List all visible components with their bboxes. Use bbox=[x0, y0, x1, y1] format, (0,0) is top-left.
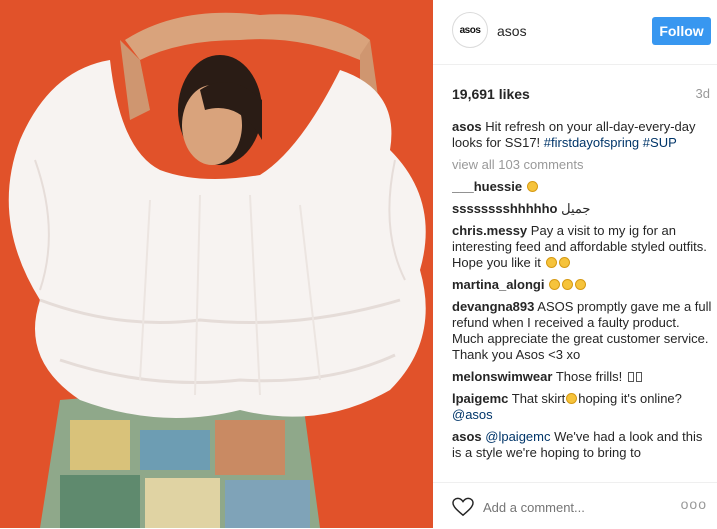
comment-text: جميل bbox=[561, 201, 591, 216]
caption-username[interactable]: asos bbox=[452, 119, 482, 134]
hashtag-link[interactable]: #SUP bbox=[643, 135, 677, 150]
comment-item: asos @lpaigemc We've had a look and this… bbox=[452, 429, 712, 461]
comment-username[interactable]: asos bbox=[452, 429, 482, 444]
smiley-emoji-icon bbox=[558, 257, 570, 268]
comment-username[interactable]: martina_alongi bbox=[452, 277, 544, 292]
follow-button[interactable]: Follow bbox=[652, 17, 711, 45]
post-header: asos asos Follow bbox=[433, 0, 717, 65]
avatar[interactable]: asos bbox=[452, 12, 488, 48]
add-comment-input[interactable] bbox=[483, 496, 653, 518]
comment-username[interactable]: lpaigemc bbox=[452, 391, 508, 406]
comment-text: Those frills! bbox=[555, 369, 623, 384]
comment-username[interactable]: melonswimwear bbox=[452, 369, 552, 384]
comment-item: lpaigemc That skirt hoping it's online? @… bbox=[452, 391, 712, 423]
heart-eyes-emoji-icon bbox=[566, 393, 578, 404]
heart-eyes-emoji-icon bbox=[549, 279, 561, 290]
comment-username[interactable]: devangna893 bbox=[452, 299, 534, 314]
comment-item: melonswimwear Those frills! bbox=[452, 369, 712, 385]
comment-item: martina_alongi bbox=[452, 277, 712, 293]
heart-icon[interactable] bbox=[452, 497, 474, 517]
post-photo[interactable] bbox=[0, 0, 433, 528]
comment-list[interactable]: asos Hit refresh on your all-day-every-d… bbox=[452, 119, 712, 476]
post-sidebar: asos asos Follow 19,691 likes 3d asos Hi… bbox=[433, 0, 717, 528]
more-options-icon[interactable]: ooo bbox=[681, 496, 707, 512]
unrendered-glyph-icon bbox=[627, 372, 634, 382]
smiley-emoji-icon bbox=[545, 257, 557, 268]
smiley-emoji-icon bbox=[526, 181, 538, 192]
mention-link[interactable]: @asos bbox=[452, 407, 493, 422]
heart-eyes-emoji-icon bbox=[575, 279, 587, 290]
comment-item: devangna893 ASOS promptly gave me a full… bbox=[452, 299, 712, 363]
comment-item: chris.messy Pay a visit to my ig for an … bbox=[452, 223, 712, 271]
comment-item: ___huessie bbox=[452, 179, 712, 195]
view-all-comments-link[interactable]: view all 103 comments bbox=[452, 157, 712, 173]
heart-eyes-emoji-icon bbox=[562, 279, 574, 290]
comment-item: sssssssshhhhho جميل bbox=[452, 201, 712, 217]
comment-footer: ooo bbox=[433, 482, 717, 529]
unrendered-glyph-icon bbox=[635, 372, 642, 382]
comment-username[interactable]: sssssssshhhhho bbox=[452, 201, 558, 216]
comment-username[interactable]: chris.messy bbox=[452, 223, 527, 238]
comment-username[interactable]: ___huessie bbox=[452, 179, 522, 194]
like-count[interactable]: 19,691 likes bbox=[452, 86, 530, 102]
post-author-username[interactable]: asos bbox=[497, 23, 527, 39]
post-caption: asos Hit refresh on your all-day-every-d… bbox=[452, 119, 712, 151]
post-photo-illustration bbox=[0, 0, 433, 528]
mention-link[interactable]: @lpaigemc bbox=[485, 429, 550, 444]
post-time-ago[interactable]: 3d bbox=[696, 86, 710, 101]
hashtag-link[interactable]: #firstdayofspring bbox=[544, 135, 639, 150]
comment-text: That skirt bbox=[511, 391, 566, 406]
comment-text: hoping it's online? bbox=[578, 391, 682, 406]
